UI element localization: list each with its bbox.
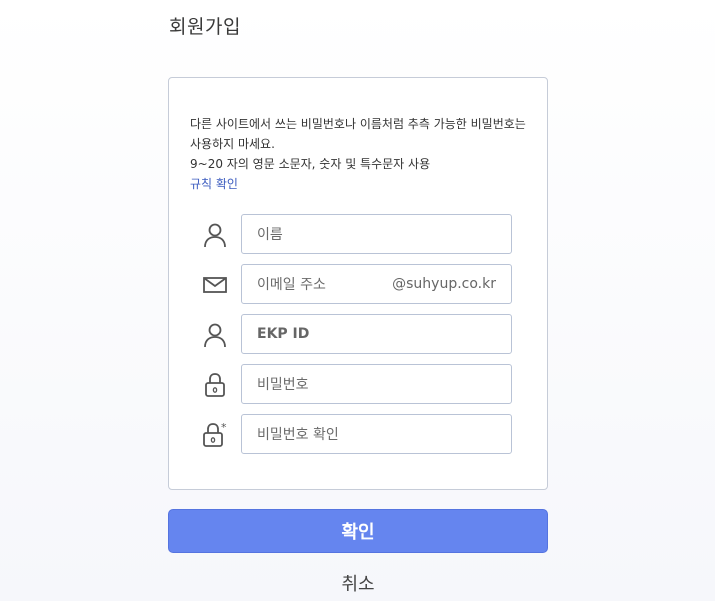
lock-asterisk-icon: * [201,422,229,448]
ekp-id-placeholder: EKP ID [257,326,310,342]
confirm-button[interactable]: 확인 [168,509,548,553]
email-row: 이메일 주소 @suhyup.co.kr [169,264,549,304]
email-domain-suffix: @suhyup.co.kr [392,276,496,292]
email-input[interactable]: 이메일 주소 @suhyup.co.kr [241,264,512,304]
password-row: 비밀번호 [169,364,549,404]
svg-text:*: * [221,422,227,434]
password-input[interactable]: 비밀번호 [241,364,512,404]
name-placeholder: 이름 [257,227,283,243]
ekp-id-input[interactable]: EKP ID [241,314,512,354]
cancel-link[interactable]: 취소 [168,570,548,596]
notice-line-2: 9~20 자의 영문 소문자, 숫자 및 특수문자 사용 [190,157,431,171]
password-confirm-row: * 비밀번호 확인 [169,414,549,454]
rule-check-link[interactable]: 규칙 확인 [190,177,238,191]
email-placeholder: 이메일 주소 [257,277,326,293]
notice-line-1: 다른 사이트에서 쓰는 비밀번호나 이름처럼 추측 가능한 비밀번호는 사용하지… [190,117,526,151]
name-input[interactable]: 이름 [241,214,512,254]
page-title: 회원가입 [169,16,241,38]
user-icon [201,322,229,348]
password-confirm-input[interactable]: 비밀번호 확인 [241,414,512,454]
password-confirm-placeholder: 비밀번호 확인 [257,427,339,443]
signup-card: 다른 사이트에서 쓰는 비밀번호나 이름처럼 추측 가능한 비밀번호는 사용하지… [168,77,548,490]
ekp-id-row: EKP ID [169,314,549,354]
user-icon [201,222,229,248]
password-notice: 다른 사이트에서 쓰는 비밀번호나 이름처럼 추측 가능한 비밀번호는 사용하지… [190,114,530,194]
lock-icon [201,372,229,398]
name-row: 이름 [169,214,549,254]
password-placeholder: 비밀번호 [257,377,309,393]
mail-icon [201,272,229,298]
